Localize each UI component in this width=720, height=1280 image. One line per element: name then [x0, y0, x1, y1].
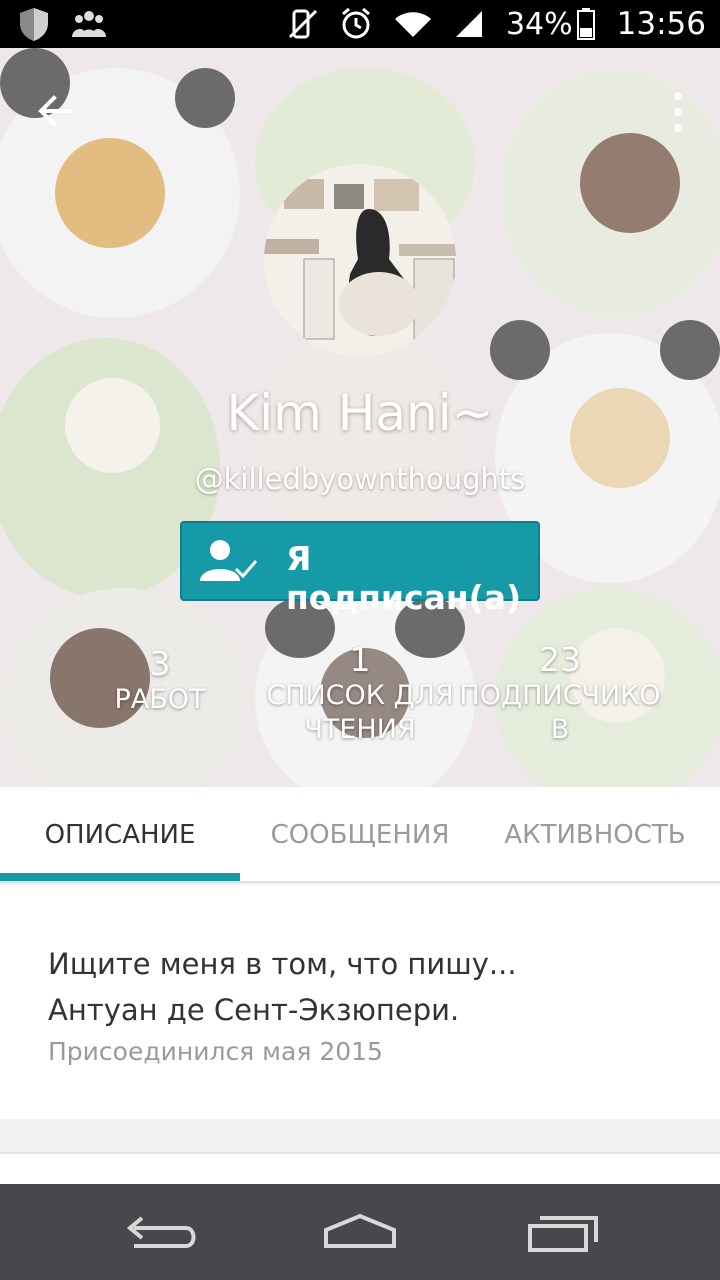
stat-reading-lists-label-1: СПИСОК ДЛЯ	[266, 680, 454, 711]
wifi-icon	[394, 12, 431, 37]
joined-date: Присоединился мая 2015	[48, 1037, 383, 1066]
home-nav-icon[interactable]	[320, 1210, 400, 1256]
status-bar: 34% 13:56	[0, 0, 720, 48]
profile-handle: @killedbyownthoughts	[194, 462, 526, 496]
about-line-1: Ищите меня в том, что пишу...	[48, 947, 517, 981]
battery-percent: 34%	[505, 6, 573, 42]
tab-description[interactable]: ОПИСАНИЕ	[0, 787, 240, 883]
next-section-edge	[0, 1152, 720, 1186]
stat-reading-lists-label-2: ЧТЕНИЯ	[304, 714, 416, 745]
follow-button-label: Я подписан(а)	[286, 539, 522, 617]
stat-reading-lists-value: 1	[349, 640, 371, 679]
tab-messages[interactable]: СООБЩЕНИЯ	[240, 787, 480, 883]
stat-works[interactable]: 3 РАБОТ	[50, 644, 270, 717]
profile-tabs: ОПИСАНИЕ СООБЩЕНИЯ АКТИВНОСТЬ	[0, 787, 720, 883]
avatar[interactable]	[264, 164, 456, 356]
back-nav-icon[interactable]	[120, 1210, 200, 1256]
follow-button[interactable]: Я подписан(а)	[180, 521, 540, 617]
people-icon	[72, 11, 106, 37]
tab-activity[interactable]: АКТИВНОСТЬ	[470, 787, 720, 883]
user-check-icon	[200, 540, 258, 581]
system-nav-bar	[0, 1184, 720, 1280]
stat-followers-label-2: В	[550, 714, 570, 745]
shield-icon	[20, 8, 48, 41]
profile-name: Kim Hani~	[226, 384, 494, 442]
alarm-icon	[342, 8, 370, 39]
stat-works-label: РАБОТ	[114, 684, 206, 715]
about-line-2: Антуан де Сент-Экзюпери.	[48, 993, 460, 1027]
back-arrow-icon[interactable]	[30, 84, 84, 138]
recents-nav-icon[interactable]	[522, 1210, 602, 1256]
active-tab-indicator	[0, 873, 240, 881]
stat-followers-value: 23	[539, 640, 581, 679]
profile-header: Kim Hani~ @killedbyownthoughts Я подписа…	[0, 48, 720, 787]
about-section: Ищите меня в том, что пишу... Антуан де …	[0, 885, 720, 1119]
more-options-icon[interactable]	[666, 84, 690, 144]
about-description: Ищите меня в том, что пишу... Антуан де …	[48, 941, 517, 1033]
battery-icon	[576, 8, 595, 40]
stat-reading-lists[interactable]: 1 СПИСОК ДЛЯ ЧТЕНИЯ	[250, 640, 470, 747]
mute-icon	[288, 9, 318, 39]
stat-works-value: 3	[149, 644, 171, 683]
signal-icon	[455, 11, 482, 37]
stat-followers-label-1: ПОДПИСЧИКО	[459, 680, 661, 711]
clock: 13:56	[616, 6, 706, 42]
stat-followers[interactable]: 23 ПОДПИСЧИКО В	[450, 640, 670, 747]
